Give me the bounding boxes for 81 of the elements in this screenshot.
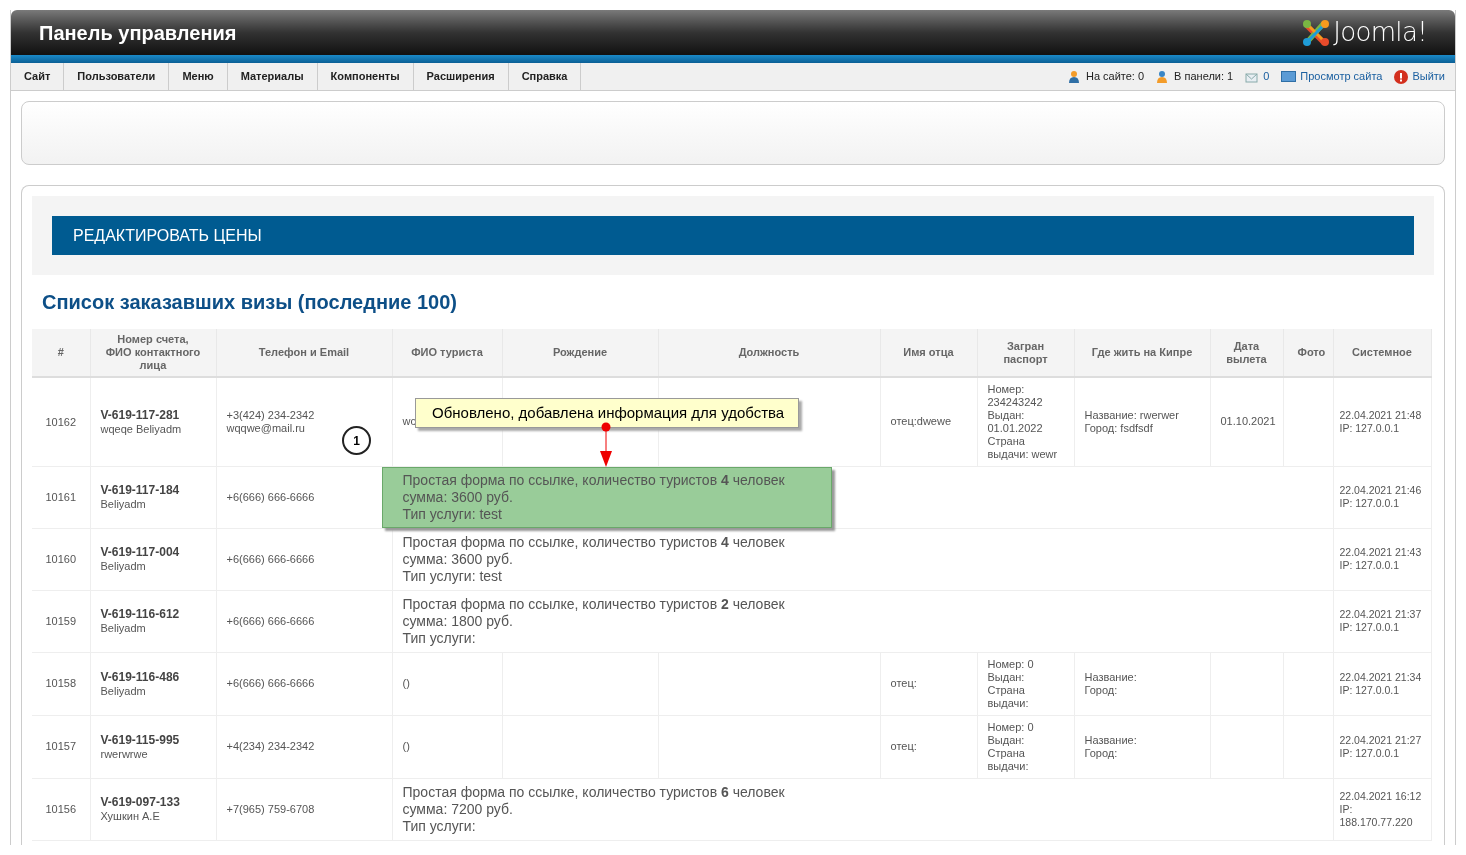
account-number: V-619-117-184 bbox=[100, 483, 181, 498]
tourist-name: () bbox=[402, 740, 411, 753]
warning-icon bbox=[1394, 69, 1409, 84]
column-header: # bbox=[32, 329, 90, 377]
order-summary: Простая форма по ссылке, количество туристов 4 человек сумма: 3600 руб. Тип услуги: test bbox=[402, 533, 786, 585]
departure-date: 01.10.2021 bbox=[1220, 415, 1273, 429]
contact-name: Хушкин А.Е bbox=[100, 810, 161, 823]
column-header: Телефон и Email bbox=[216, 329, 392, 377]
contact-info: +6(666) 666-6666 bbox=[226, 490, 316, 504]
column-header: Номер счета, ФИО контактного лица bbox=[90, 329, 216, 377]
monitor-icon bbox=[1281, 71, 1297, 82]
column-header: Загран паспорт bbox=[977, 329, 1074, 377]
contact-info: +3(424) 234-2342 wqqwe@mail.ru bbox=[226, 408, 316, 435]
user-icon bbox=[1067, 69, 1082, 84]
column-header: Дата вылета bbox=[1210, 329, 1283, 377]
contact-name: Beliyadm bbox=[100, 560, 147, 573]
residence-info: Название: Город: bbox=[1084, 733, 1138, 760]
system-info: 22.04.2021 21:27 IP: 127.0.0.1 bbox=[1339, 733, 1423, 760]
row-number: 10156 bbox=[45, 802, 77, 815]
order-summary: Простая форма по ссылке, количество туристов 2 человек сумма: 1800 руб. Тип услуги: bbox=[402, 595, 786, 647]
account-number: V-619-116-612 bbox=[100, 607, 181, 622]
father-name: отец: bbox=[890, 677, 918, 690]
contact-name: rwerwrwe bbox=[100, 747, 149, 761]
column-header: Имя отца bbox=[880, 329, 977, 377]
system-info: 22.04.2021 21:48 IP: 127.0.0.1 bbox=[1339, 408, 1423, 435]
passport-info: Номер: 234243242 Выдан: 01.01.2022 Страна выдачи: wewr bbox=[987, 382, 1059, 461]
tourist-name: wc bbox=[402, 415, 417, 429]
window-title: Панель управления bbox=[39, 20, 237, 46]
list-title: Список заказавших визы (последние 100) bbox=[41, 290, 458, 315]
step-marker: 1 bbox=[342, 426, 371, 455]
contact-name: wqeqe Beliyadm bbox=[100, 422, 183, 436]
logo-icon bbox=[1301, 17, 1332, 48]
column-header: ФИО туриста bbox=[392, 329, 502, 377]
row-number: 10160 bbox=[45, 552, 77, 565]
row-number: 10161 bbox=[45, 490, 77, 503]
account-number: V-619-115-995 bbox=[100, 732, 181, 748]
contact-info: +6(666) 666-6666 bbox=[226, 614, 316, 628]
status-link[interactable]: Просмотр сайта bbox=[1300, 68, 1383, 85]
row-number: 10157 bbox=[45, 740, 77, 753]
edit-prices-button[interactable]: РЕДАКТИРОВАТЬ ЦЕНЫ bbox=[52, 216, 1414, 255]
system-info: 22.04.2021 21:43 IP: 127.0.0.1 bbox=[1339, 546, 1423, 572]
arrow-icon bbox=[599, 422, 613, 468]
status-link[interactable]: Выйти bbox=[1412, 68, 1445, 85]
status-link[interactable]: 0 bbox=[1263, 68, 1270, 85]
father-name: отец:dwewe bbox=[890, 415, 952, 429]
contact-name: Beliyadm bbox=[100, 684, 147, 698]
system-info: 22.04.2021 21:37 IP: 127.0.0.1 bbox=[1339, 608, 1423, 634]
father-name: отец: bbox=[890, 740, 918, 753]
column-header: Фото bbox=[1283, 329, 1333, 377]
system-info: 22.04.2021 21:34 IP: 127.0.0.1 bbox=[1339, 670, 1423, 697]
contact-info: +6(666) 666-6666 bbox=[226, 677, 316, 690]
account-number: V-619-117-281 bbox=[100, 407, 181, 423]
contact-info: +7(965) 759-6708 bbox=[226, 802, 316, 816]
contact-name: Beliyadm bbox=[100, 622, 147, 635]
column-header: Системное bbox=[1333, 329, 1431, 377]
status-text: В панели: 1 bbox=[1174, 69, 1234, 85]
status-text: На сайте: 0 bbox=[1085, 69, 1145, 85]
tourist-name: () bbox=[402, 677, 411, 690]
passport-info: Номер: 0 Выдан: Страна выдачи: bbox=[987, 720, 1035, 773]
contact-info: +4(234) 234-2342 bbox=[226, 740, 316, 753]
residence-info: Название: Город: bbox=[1084, 670, 1138, 697]
row-number: 10158 bbox=[45, 677, 77, 690]
account-number: V-619-117-004 bbox=[100, 545, 181, 560]
account-number: V-619-097-133 bbox=[100, 795, 181, 810]
system-info: 22.04.2021 21:46 IP: 127.0.0.1 bbox=[1339, 484, 1423, 510]
contact-name: Beliyadm bbox=[100, 498, 147, 511]
callout-note: Обновлено, добавлена информация для удобства bbox=[415, 398, 799, 428]
logo-text: Joomla! bbox=[1333, 16, 1427, 49]
account-number: V-619-116-486 bbox=[100, 669, 181, 685]
mail-icon bbox=[1245, 70, 1260, 83]
passport-info: Номер: 0 Выдан: Страна выдачи: bbox=[987, 657, 1035, 710]
system-info: 22.04.2021 16:12 IP: 188.170.77.220 bbox=[1339, 789, 1423, 829]
residence-info: Название: rwerwer Город: fsdfsdf bbox=[1084, 408, 1180, 435]
column-header: Должность bbox=[658, 329, 880, 377]
row-number: 10159 bbox=[45, 614, 77, 627]
column-header: Где жить на Кипре bbox=[1074, 329, 1210, 377]
contact-info: +6(666) 666-6666 bbox=[226, 552, 316, 566]
row-number: 10162 bbox=[45, 415, 77, 428]
order-summary: Простая форма по ссылке, количество туристов 6 человек сумма: 7200 руб. Тип услуги: bbox=[402, 783, 786, 835]
order-summary: Простая форма по ссылке, количество туристов 4 человек сумма: 3600 руб. Тип услуги: test bbox=[381, 466, 832, 528]
column-header: Рождение bbox=[502, 329, 658, 377]
